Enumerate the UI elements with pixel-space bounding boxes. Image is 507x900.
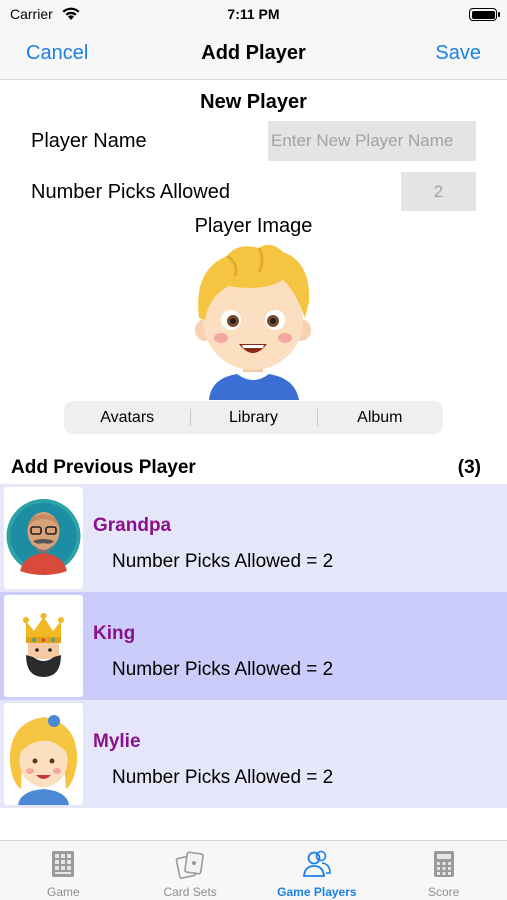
tab-label: Card Sets: [163, 885, 217, 899]
player-picks: Number Picks Allowed = 2: [112, 767, 334, 788]
king-avatar-icon: [4, 595, 83, 697]
segment-album[interactable]: Album: [316, 401, 443, 434]
add-player-screen: Carrier 7:11 PM Cancel Add Player Save N…: [0, 0, 507, 900]
calculator-grid-icon: [52, 851, 75, 877]
segment-library[interactable]: Library: [190, 401, 316, 434]
battery-icon: [469, 8, 500, 21]
image-source-segmented-control: Avatars Library Album: [64, 401, 443, 434]
grandpa-avatar-icon: [4, 487, 83, 589]
player-name: Mylie: [93, 731, 141, 752]
cancel-button[interactable]: Cancel: [26, 42, 88, 65]
girl-avatar-icon: [4, 703, 83, 805]
picks-allowed-input[interactable]: 2: [401, 172, 476, 211]
picks-allowed-label: Number Picks Allowed: [31, 181, 230, 203]
people-icon: [302, 850, 331, 877]
player-name-label: Player Name: [31, 130, 147, 152]
save-button[interactable]: Save: [435, 42, 481, 65]
boy-avatar-icon[interactable]: [187, 240, 319, 400]
previous-players-count: (3): [457, 457, 481, 478]
list-item[interactable]: Grandpa Number Picks Allowed = 2: [0, 484, 507, 592]
navigation-bar: Cancel Add Player Save: [0, 30, 507, 80]
player-name: King: [93, 623, 136, 644]
previous-players-list: Grandpa Number Picks Allowed = 2 King Nu…: [0, 484, 507, 808]
player-name: Grandpa: [93, 515, 172, 536]
segment-avatars[interactable]: Avatars: [64, 401, 190, 434]
player-image-label: Player Image: [194, 215, 313, 237]
clock: 7:11 PM: [227, 6, 280, 22]
tab-game-players[interactable]: Game Players: [254, 841, 381, 900]
tab-label: Game Players: [277, 885, 357, 899]
calculator-icon: [433, 851, 454, 877]
tab-score[interactable]: Score: [380, 841, 507, 900]
player-name-input[interactable]: Enter New Player Name: [268, 121, 476, 161]
tab-label: Game: [47, 885, 80, 899]
list-item[interactable]: King Number Picks Allowed = 2: [0, 592, 507, 700]
tab-label: Score: [427, 885, 460, 899]
new-player-heading: New Player: [200, 91, 307, 113]
cards-icon: [175, 851, 204, 879]
player-picks: Number Picks Allowed = 2: [112, 659, 334, 680]
player-picks: Number Picks Allowed = 2: [112, 551, 334, 572]
previous-players-heading: Add Previous Player: [11, 457, 196, 478]
tab-card-sets[interactable]: Card Sets: [127, 841, 254, 900]
list-item[interactable]: Mylie Number Picks Allowed = 2: [0, 700, 507, 808]
status-bar: Carrier 7:11 PM: [0, 0, 507, 30]
tab-game[interactable]: Game: [0, 841, 127, 900]
tab-bar: Game Card Sets Game Players Score: [0, 840, 507, 900]
